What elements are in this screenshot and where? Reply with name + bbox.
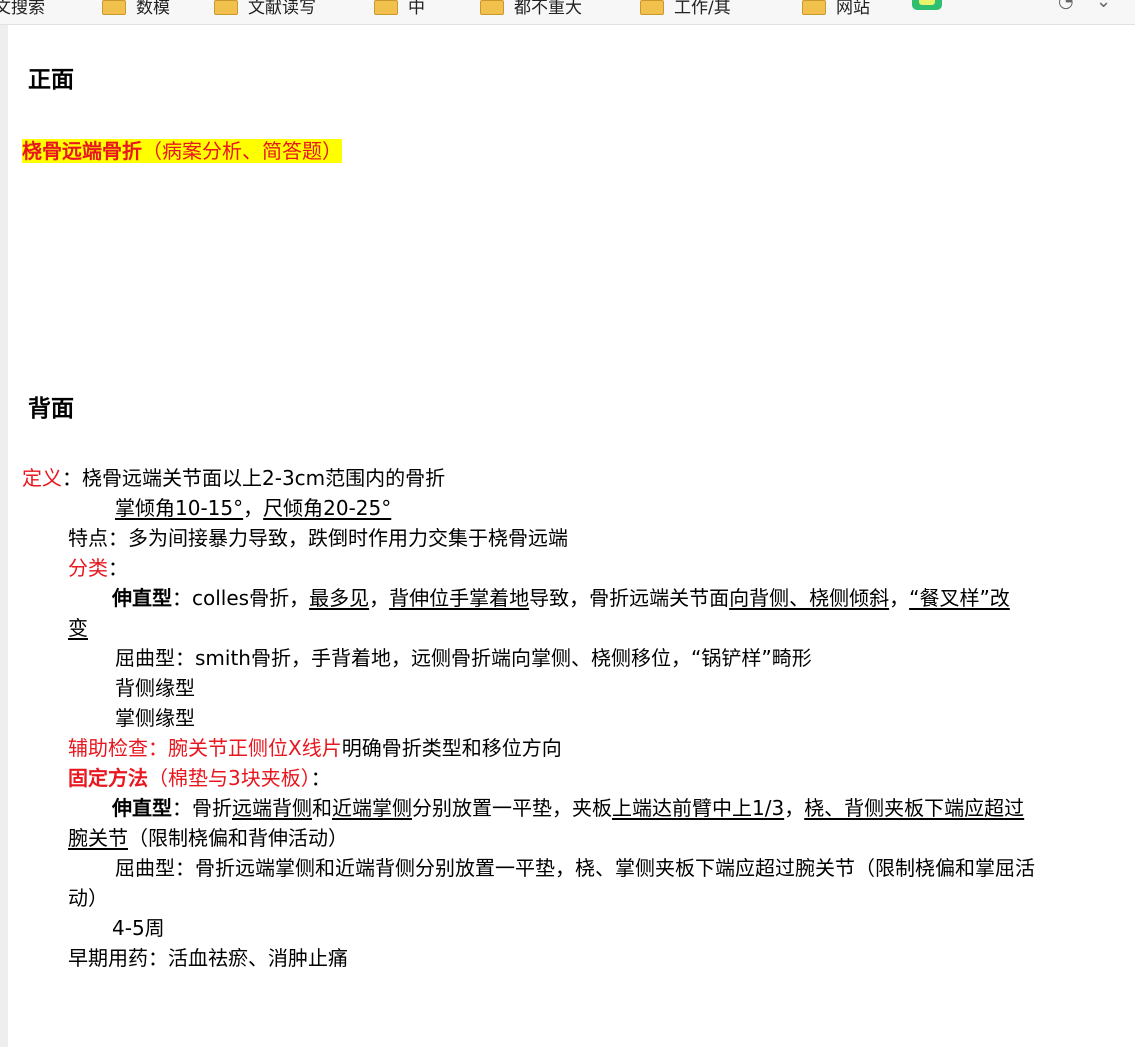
front-title: 桡骨远端骨折 (22, 139, 142, 163)
underlined-run: 向背侧、桡侧倾斜 (729, 586, 890, 610)
bookmark-item[interactable]: 中 (374, 0, 425, 18)
text-run: ， (889, 586, 910, 610)
bookmark-item[interactable]: 工作/其 (640, 0, 731, 18)
ulnar-tilt: 尺倾角20-25° (263, 496, 392, 520)
fixation-note: （棉垫与3块夹板） (148, 766, 311, 790)
bookmark-label: 都不重大 (514, 0, 582, 18)
bookmark-item[interactable]: 网站 (802, 0, 870, 18)
fixation-extension-line-cont: 腕关节（限制桡偏和背伸活动） (68, 823, 348, 853)
definition-text: 桡骨远端关节面以上2-3cm范围内的骨折 (82, 466, 446, 490)
text-run: 分别放置一平垫，夹板 (412, 796, 612, 820)
extension-type-line: 伸直型：colles骨折，最多见，背伸位手掌着地导致，骨折远端关节面向背侧、桡侧… (112, 583, 1010, 613)
folder-icon (102, 0, 126, 15)
bookmark-label: 工作/其 (674, 0, 731, 18)
underlined-run: “餐叉样”改 (909, 586, 1010, 610)
extension-type-line-cont: 变 (68, 613, 88, 643)
features-line: 特点：多为间接暴力导致，跌倒时作用力交集于桡骨远端 (68, 526, 568, 550)
bookmark-item[interactable]: 数模 (102, 0, 170, 18)
definition-line: 定义：桡骨远端关节面以上2-3cm范围内的骨折 (22, 463, 445, 493)
underlined-run: 最多见 (309, 586, 370, 610)
dorsal-rim-line: 背侧缘型 (115, 676, 195, 700)
flexion-type-line: 屈曲型：smith骨折，手背着地，远侧骨折端向掌侧、桡侧移位，“锅铲样”畸形 (115, 646, 812, 670)
profile-icon[interactable]: ◔ (1058, 0, 1074, 12)
aux-exam-text: 明确骨折类型和移位方向 (341, 736, 562, 760)
classification-label: 分类 (68, 556, 108, 580)
folder-icon (214, 0, 238, 15)
front-heading: 正面 (28, 67, 74, 93)
folder-icon (374, 0, 398, 15)
definition-sep: ： (62, 466, 82, 490)
bookmark-label: 文献读写 (248, 0, 316, 18)
underlined-run: 变 (68, 616, 88, 640)
underlined-run: 远端背侧 (232, 796, 312, 820)
bookmark-label: 网站 (836, 0, 870, 18)
angles-line: 掌倾角10-15°，尺倾角20-25° (115, 493, 391, 523)
fixation-sep: ： (310, 766, 331, 790)
fixation-flexion-line-cont: 动） (68, 886, 108, 910)
bookmark-label: 中 (408, 0, 425, 18)
angles-sep: ， (243, 496, 264, 520)
text-run: 和 (312, 796, 332, 820)
bookmark-item[interactable]: 文搜索 (0, 0, 45, 18)
bookmark-item[interactable]: 文献读写 (214, 0, 316, 18)
text-run: ， (369, 586, 390, 610)
folder-icon (640, 0, 664, 15)
fixation-label: 固定方法 (68, 766, 148, 790)
underlined-run: 背伸位手掌着地 (389, 586, 530, 610)
duration-line: 4-5周 (112, 916, 165, 940)
classification-sep: ： (108, 556, 128, 580)
extension-icon[interactable]: ⌒ (1012, 0, 1030, 17)
underlined-run: 腕关节 (68, 826, 128, 850)
folder-icon (480, 0, 504, 15)
text-run: ：colles骨折， (172, 586, 310, 610)
palmar-tilt: 掌倾角10-15° (115, 496, 244, 520)
text-run: 导致，骨折远端关节面 (529, 586, 730, 610)
fixation-extension-line: 伸直型：骨折远端背侧和近端掌侧分别放置一平垫，夹板上端达前臂中上1/3，桡、背侧… (112, 793, 1024, 823)
early-medication-line: 早期用药：活血祛瘀、消肿止痛 (68, 946, 348, 970)
bookmark-label: 文搜索 (0, 0, 45, 18)
text-run: ：骨折 (172, 796, 232, 820)
fixation-line: 固定方法（棉垫与3块夹板）： (68, 763, 331, 793)
text-run: ， (784, 796, 805, 820)
fixation-flexion-line: 屈曲型：骨折远端掌侧和近端背侧分别放置一平垫，桡、掌侧夹板下端应超过腕关节（限制… (115, 856, 1035, 880)
aux-exam-xray: 腕关节正侧位X线片 (168, 736, 342, 760)
aux-exam-label: 辅助检查： (68, 736, 168, 760)
front-title-line: 桡骨远端骨折（病案分析、简答题） (22, 136, 342, 166)
definition-label: 定义 (22, 466, 62, 490)
palmar-rim-line: 掌侧缘型 (115, 706, 195, 730)
text-run: （限制桡偏和背伸活动） (128, 826, 348, 850)
underlined-run: 桡、背侧夹板下端应超过 (804, 796, 1025, 820)
bookmarks-bar: 文搜索 数模 文献读写 中 都不重大 工作/其 网站 ⌒ ◔ ⌄ (0, 0, 1135, 25)
back-heading: 背面 (28, 396, 74, 422)
aux-exam-line: 辅助检查：腕关节正侧位X线片明确骨折类型和移位方向 (68, 733, 562, 763)
underlined-run: 近端掌侧 (332, 796, 412, 820)
folder-icon (802, 0, 826, 15)
bookmark-label: 数模 (136, 0, 170, 18)
front-title-highlight: 桡骨远端骨折（病案分析、简答题） (22, 139, 342, 163)
fixation-extension-label: 伸直型 (112, 796, 172, 820)
underlined-run: 上端达前臂中上1/3 (612, 796, 785, 820)
front-title-note: （病案分析、简答题） (142, 139, 342, 163)
app-shortcut-icon[interactable] (912, 0, 942, 10)
extension-type-label: 伸直型 (112, 586, 172, 610)
bookmark-item[interactable]: 都不重大 (480, 0, 582, 18)
classification-line: 分类： (68, 553, 128, 583)
document: 正面 桡骨远端骨折（病案分析、简答题） 背面 定义：桡骨远端关节面以上2-3cm… (0, 25, 1135, 1047)
menu-chevron-icon[interactable]: ⌄ (1096, 0, 1111, 12)
